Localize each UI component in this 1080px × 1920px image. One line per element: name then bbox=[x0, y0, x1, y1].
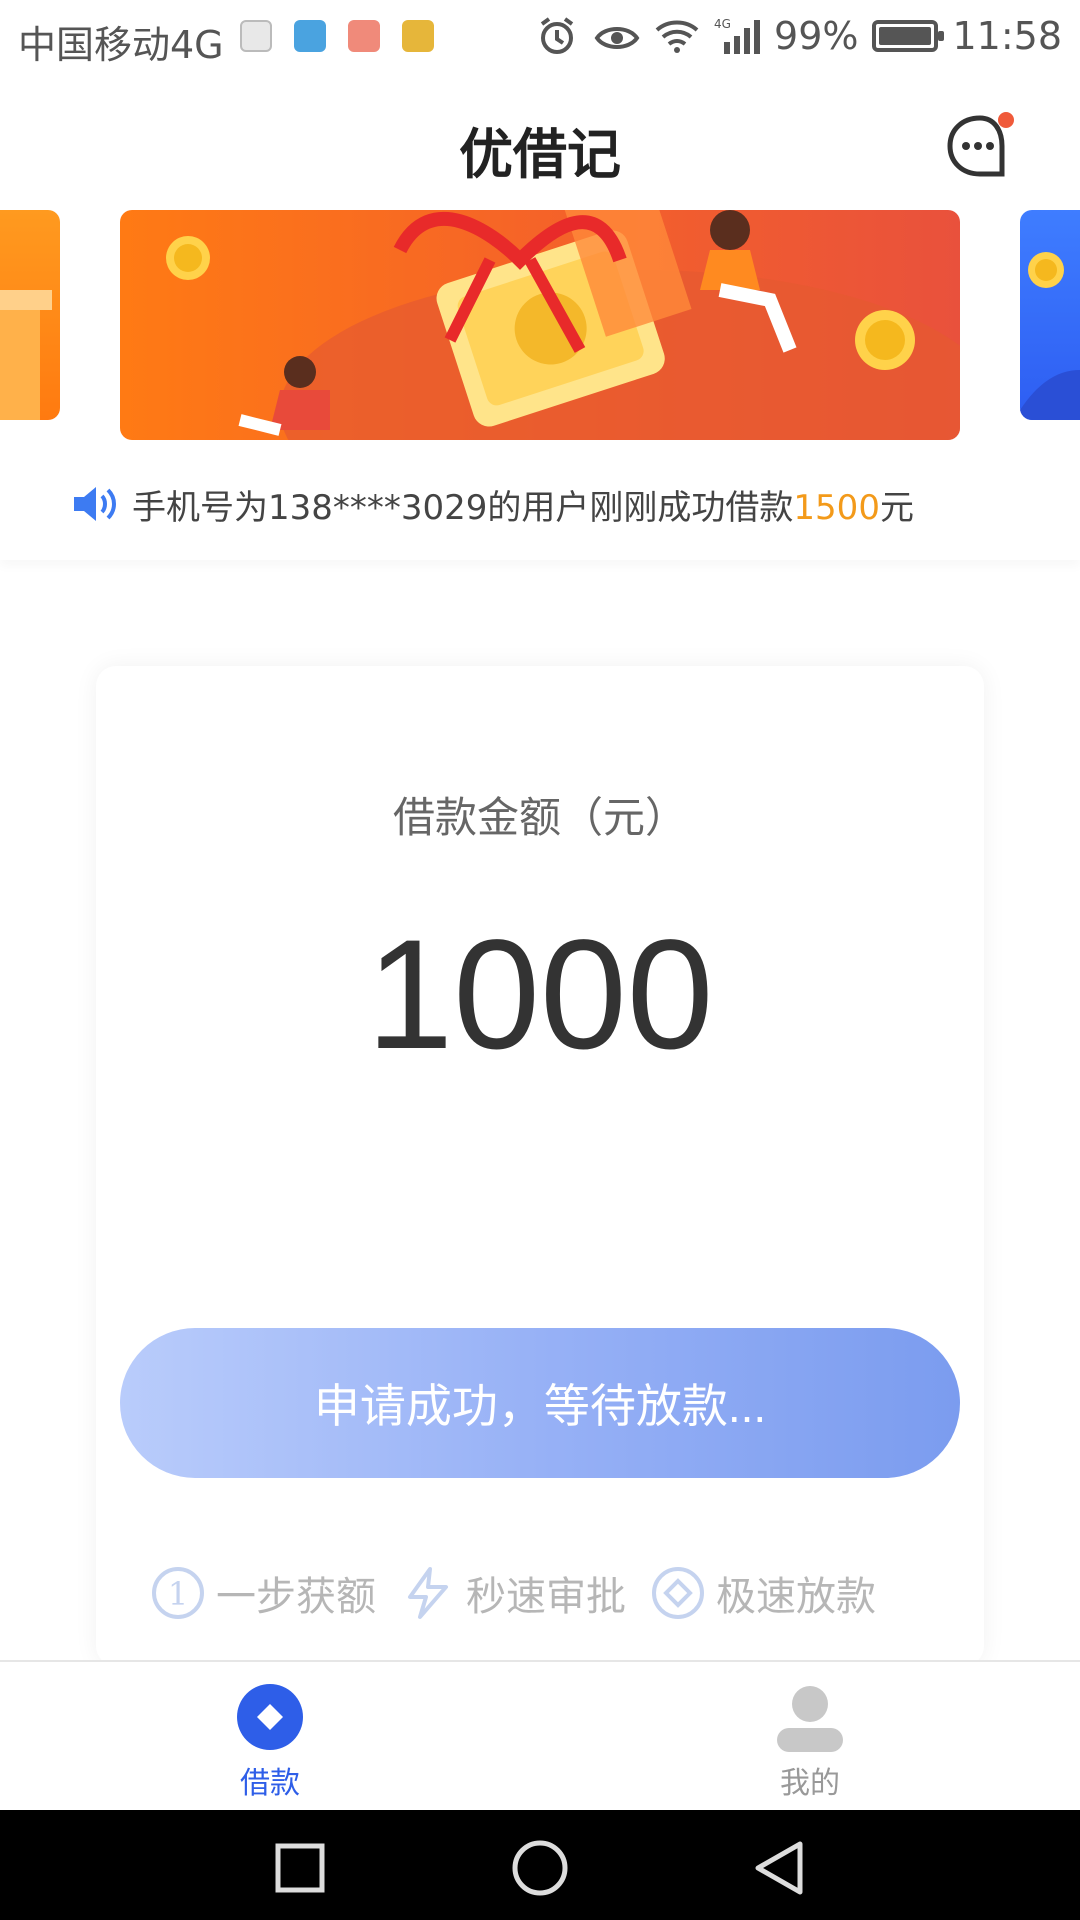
app-header: 优借记 bbox=[0, 76, 1080, 206]
announcement-text: 手机号为138****3029的用户刚刚成功借款1500元 bbox=[132, 488, 914, 528]
notification-app-icon-c bbox=[348, 20, 380, 52]
borrow-icon bbox=[237, 1684, 303, 1750]
notification-app-icon-d bbox=[402, 20, 434, 52]
status-bar: 中国移动4G 4G 99% 11:58 bbox=[0, 0, 1080, 76]
tab-borrow[interactable]: 借款 bbox=[210, 1682, 330, 1802]
lightning-icon bbox=[408, 1567, 448, 1619]
back-icon[interactable] bbox=[750, 1838, 810, 1898]
speaker-icon bbox=[74, 487, 116, 521]
banner-prev-slide[interactable] bbox=[0, 210, 60, 420]
promo-banner[interactable] bbox=[120, 210, 960, 440]
battery-percent: 99% bbox=[774, 14, 859, 58]
tab-label: 借款 bbox=[240, 1766, 300, 1801]
feature-item: 秒速审批 bbox=[400, 1564, 626, 1622]
loan-card: 借款金额（元） 1000 申请成功，等待放款... 1 一步获额 秒速审批 极速… bbox=[96, 666, 984, 1666]
home-icon[interactable] bbox=[510, 1838, 570, 1898]
feature-item: 1 一步获额 bbox=[150, 1564, 376, 1622]
system-nav-bar bbox=[0, 1810, 1080, 1920]
carrier-label: 中国移动4G bbox=[18, 23, 224, 67]
wifi-icon bbox=[655, 20, 699, 53]
feature-list: 1 一步获额 秒速审批 极速放款 bbox=[150, 1564, 900, 1622]
signal-icon: 4G bbox=[714, 17, 761, 54]
announcement-bar: 手机号为138****3029的用户刚刚成功借款1500元 bbox=[0, 450, 1080, 560]
alarm-icon bbox=[540, 17, 574, 54]
announcement-amount: 1500 bbox=[793, 488, 880, 528]
notification-app-icon-b bbox=[294, 20, 326, 52]
recent-apps-icon[interactable] bbox=[270, 1838, 330, 1898]
bottom-tab-bar: 借款 我的 bbox=[0, 1660, 1080, 1810]
notification-app-icon-a bbox=[240, 20, 272, 52]
page-title: 优借记 bbox=[459, 123, 621, 186]
feature-item: 极速放款 bbox=[650, 1564, 876, 1622]
banner-next-slide[interactable] bbox=[1020, 210, 1080, 420]
diamond-coin-icon bbox=[652, 1567, 704, 1619]
loan-amount-value: 1000 bbox=[366, 908, 714, 1082]
tab-label: 我的 bbox=[780, 1766, 840, 1801]
step-one-icon: 1 bbox=[152, 1567, 204, 1619]
banner-illustration bbox=[166, 210, 960, 440]
svg-text:4G: 4G bbox=[714, 17, 731, 31]
eye-comfort-icon bbox=[594, 27, 640, 49]
svg-text:1: 1 bbox=[168, 1575, 188, 1613]
clock: 11:58 bbox=[952, 14, 1062, 58]
loan-amount-label: 借款金额（元） bbox=[392, 793, 687, 842]
apply-status-button[interactable]: 申请成功，等待放款... bbox=[120, 1328, 960, 1478]
battery-icon bbox=[872, 20, 945, 52]
message-icon[interactable] bbox=[944, 112, 1016, 184]
user-icon bbox=[777, 1686, 843, 1752]
tab-mine[interactable]: 我的 bbox=[750, 1682, 870, 1802]
